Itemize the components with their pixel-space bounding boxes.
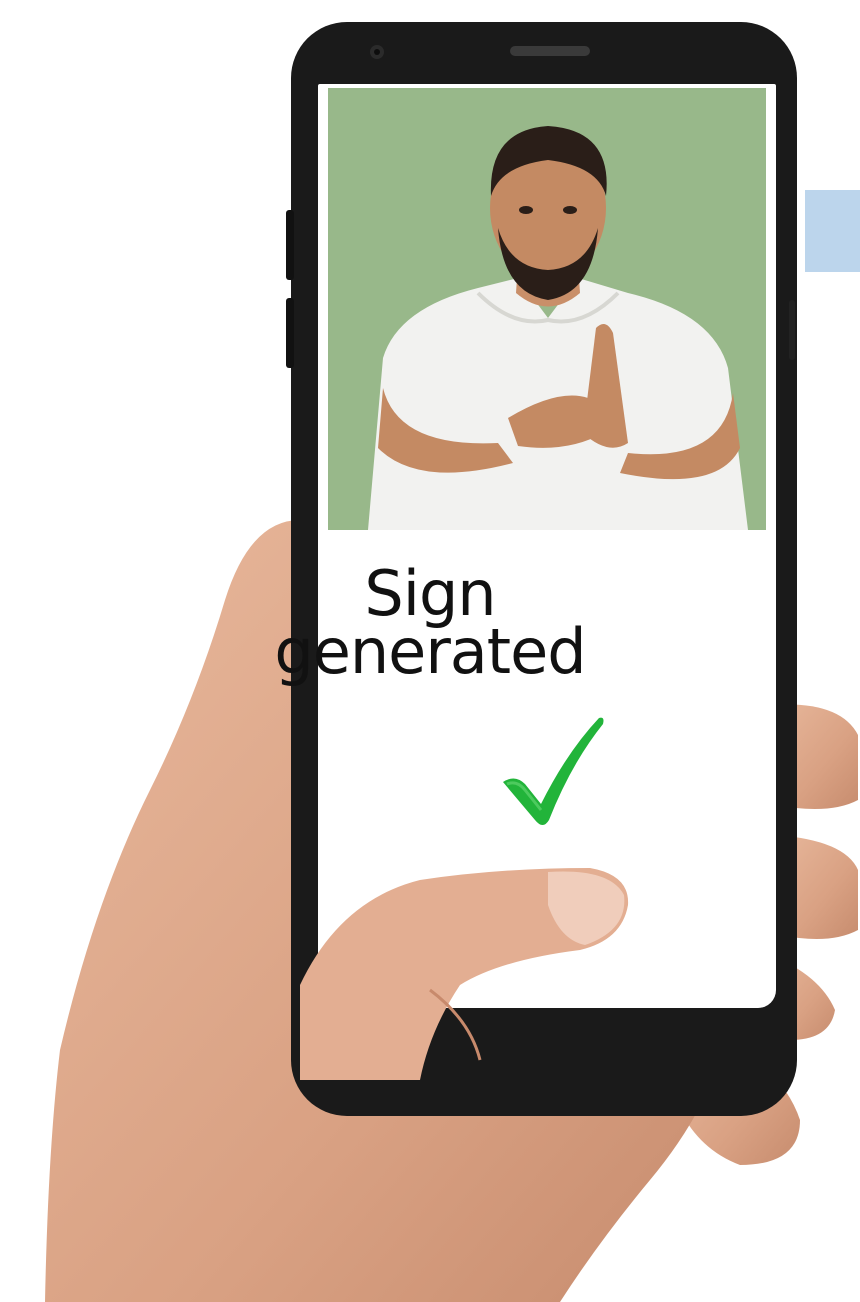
phone-scene: Sign generated: [0, 0, 860, 1302]
thumb-illustration: [300, 868, 629, 1080]
